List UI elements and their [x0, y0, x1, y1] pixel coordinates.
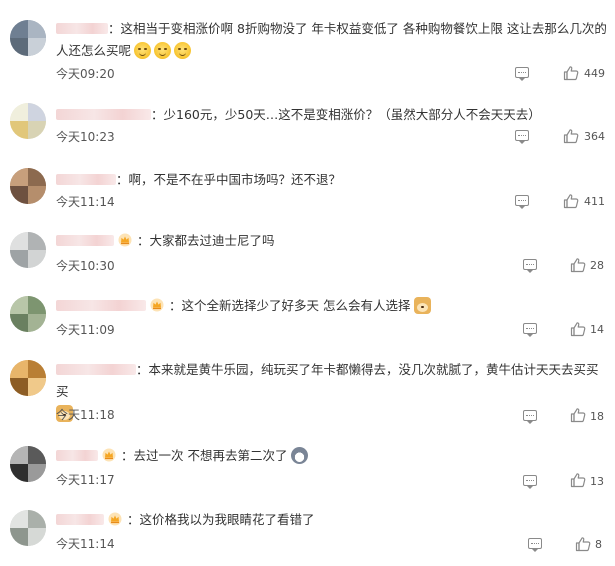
comment-time: 今天11:14 [56, 537, 115, 551]
like-count: 18 [590, 410, 604, 423]
like-count: 13 [590, 475, 604, 488]
username[interactable] [56, 235, 114, 246]
thumbs-up-icon[interactable] [570, 407, 586, 423]
comment-time: 今天11:14 [56, 195, 115, 209]
crown-badge-icon [118, 233, 132, 247]
crown-badge-icon [102, 448, 116, 462]
thumbs-up-icon[interactable] [563, 128, 579, 144]
smile-emoji [154, 42, 172, 59]
like-count: 364 [584, 130, 605, 143]
comment-time: 今天09:20 [56, 67, 115, 81]
comment-text: 这个全新选择少了好多天 怎么会有人选择 [181, 298, 411, 313]
husky-emoji [290, 447, 308, 464]
username[interactable] [56, 514, 104, 525]
comment-content: ：这个全新选择少了好多天 怎么会有人选择 [56, 295, 611, 317]
avatar[interactable] [10, 168, 46, 204]
comment-time: 今天10:23 [56, 130, 115, 144]
reply-icon[interactable] [523, 323, 537, 337]
crown-badge-icon [108, 512, 122, 526]
reply-icon[interactable] [523, 410, 537, 424]
avatar[interactable] [10, 296, 46, 332]
avatar[interactable] [10, 232, 46, 268]
thumbs-up-icon[interactable] [563, 193, 579, 209]
reply-icon[interactable] [523, 475, 537, 489]
smile-emoji [134, 42, 152, 59]
avatar[interactable] [10, 20, 46, 56]
crown-badge-icon [150, 298, 164, 312]
comment-time: 今天11:18 [56, 408, 115, 422]
doge-emoji [413, 297, 431, 314]
comment-time: 今天11:17 [56, 473, 115, 487]
like-count: 28 [590, 259, 604, 272]
avatar[interactable] [10, 510, 46, 546]
username[interactable] [56, 450, 98, 461]
thumbs-up-icon[interactable] [570, 257, 586, 273]
username[interactable] [56, 23, 108, 34]
comment-content: ：大家都去过迪士尼了吗 [56, 230, 611, 252]
comment-content: ：这相当于变相涨价啊 8折购物没了 年卡权益变低了 各种购物餐饮上限 这让去那么… [56, 21, 607, 59]
avatar[interactable] [10, 103, 46, 139]
comment-content: ：啊，不是不在乎中国市场吗？还不退？ [56, 169, 611, 191]
comment-text: 少160元，少50天…这不是变相涨价？（虽然大部分人不会天天去） [163, 107, 541, 122]
thumbs-up-icon[interactable] [563, 65, 579, 81]
avatar[interactable] [10, 360, 46, 396]
comment-time: 今天11:09 [56, 323, 115, 337]
thumbs-up-icon[interactable] [570, 321, 586, 337]
thumbs-up-icon[interactable] [570, 472, 586, 488]
like-count: 411 [584, 195, 605, 208]
username[interactable] [56, 300, 146, 311]
username[interactable] [56, 364, 136, 375]
reply-icon[interactable] [515, 195, 529, 209]
comment-time: 今天10:30 [56, 259, 115, 273]
comment-text: 大家都去过迪士尼了吗 [149, 233, 275, 248]
reply-icon[interactable] [515, 67, 529, 81]
like-count: 14 [590, 323, 604, 336]
thumbs-up-icon[interactable] [575, 536, 591, 552]
comment-text: 这价格我以为我眼睛花了看错了 [139, 512, 315, 527]
comment-content: ：这价格我以为我眼睛花了看错了 [56, 509, 611, 531]
smile-emoji [174, 42, 192, 59]
comment-content: ：去过一次 不想再去第二次了 [56, 445, 611, 467]
reply-icon[interactable] [528, 538, 542, 552]
avatar[interactable] [10, 446, 46, 482]
username[interactable] [56, 174, 116, 185]
like-count: 449 [584, 67, 605, 80]
like-count: 8 [595, 538, 602, 551]
reply-icon[interactable] [515, 130, 529, 144]
comment-text: 去过一次 不想再去第二次了 [133, 448, 288, 463]
reply-icon[interactable] [523, 259, 537, 273]
comment-content: ：少160元，少50天…这不是变相涨价？（虽然大部分人不会天天去） [56, 104, 611, 126]
comment-text: 啊，不是不在乎中国市场吗？还不退？ [128, 172, 342, 187]
username[interactable] [56, 109, 151, 120]
